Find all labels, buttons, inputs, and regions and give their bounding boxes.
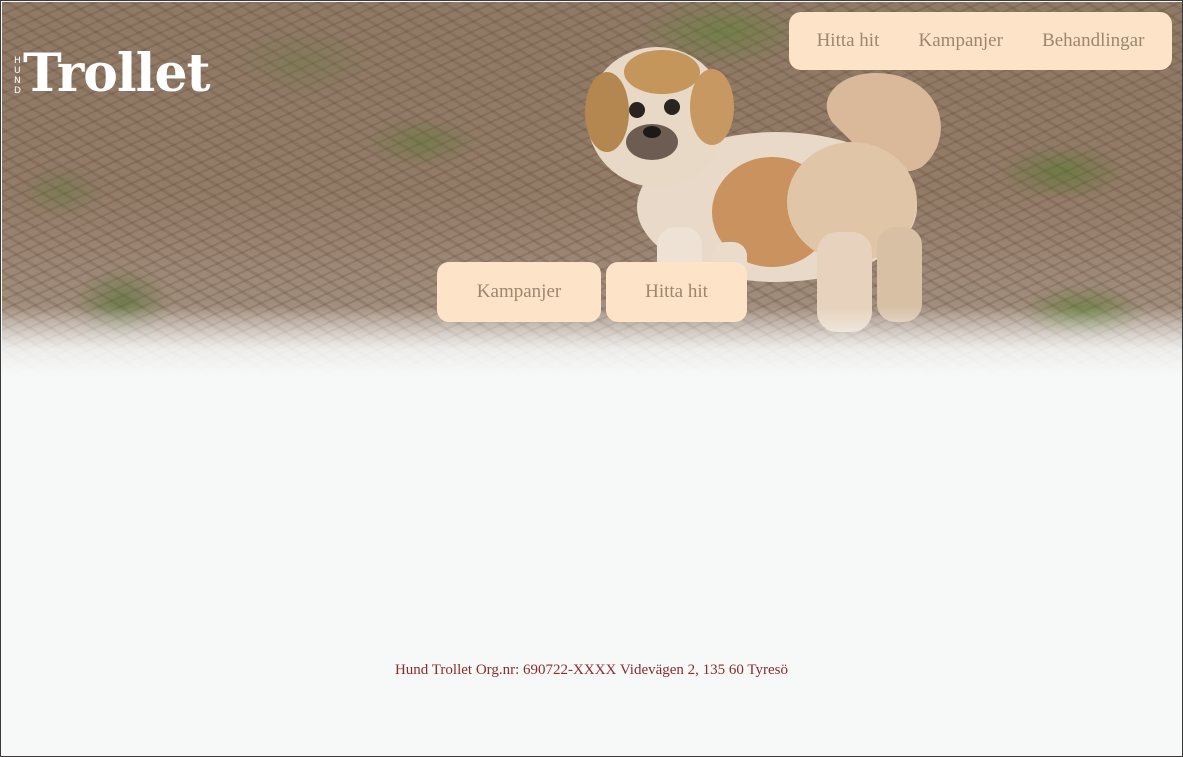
logo-letter: D [14,86,21,96]
logo-small-letters: H U N D [14,56,21,102]
logo-letter: U [14,66,21,76]
kampanjer-button[interactable]: Kampanjer [437,262,601,322]
nav-link-behandlingar[interactable]: Behandlingar [1042,30,1144,52]
top-navigation: Hitta hit Kampanjer Behandlingar [789,12,1172,70]
logo-wordmark: Trollet [22,43,211,104]
hitta-hit-button[interactable]: Hitta hit [606,262,747,322]
nav-link-kampanjer[interactable]: Kampanjer [919,30,1003,52]
nav-link-hitta-hit[interactable]: Hitta hit [817,30,880,52]
footer-info: Hund Trollet Org.nr: 690722-XXXX Videväg… [394,662,789,678]
logo[interactable]: H U N D Trollet [14,42,211,104]
logo-letter: H [14,56,21,66]
logo-letter: N [14,76,21,86]
